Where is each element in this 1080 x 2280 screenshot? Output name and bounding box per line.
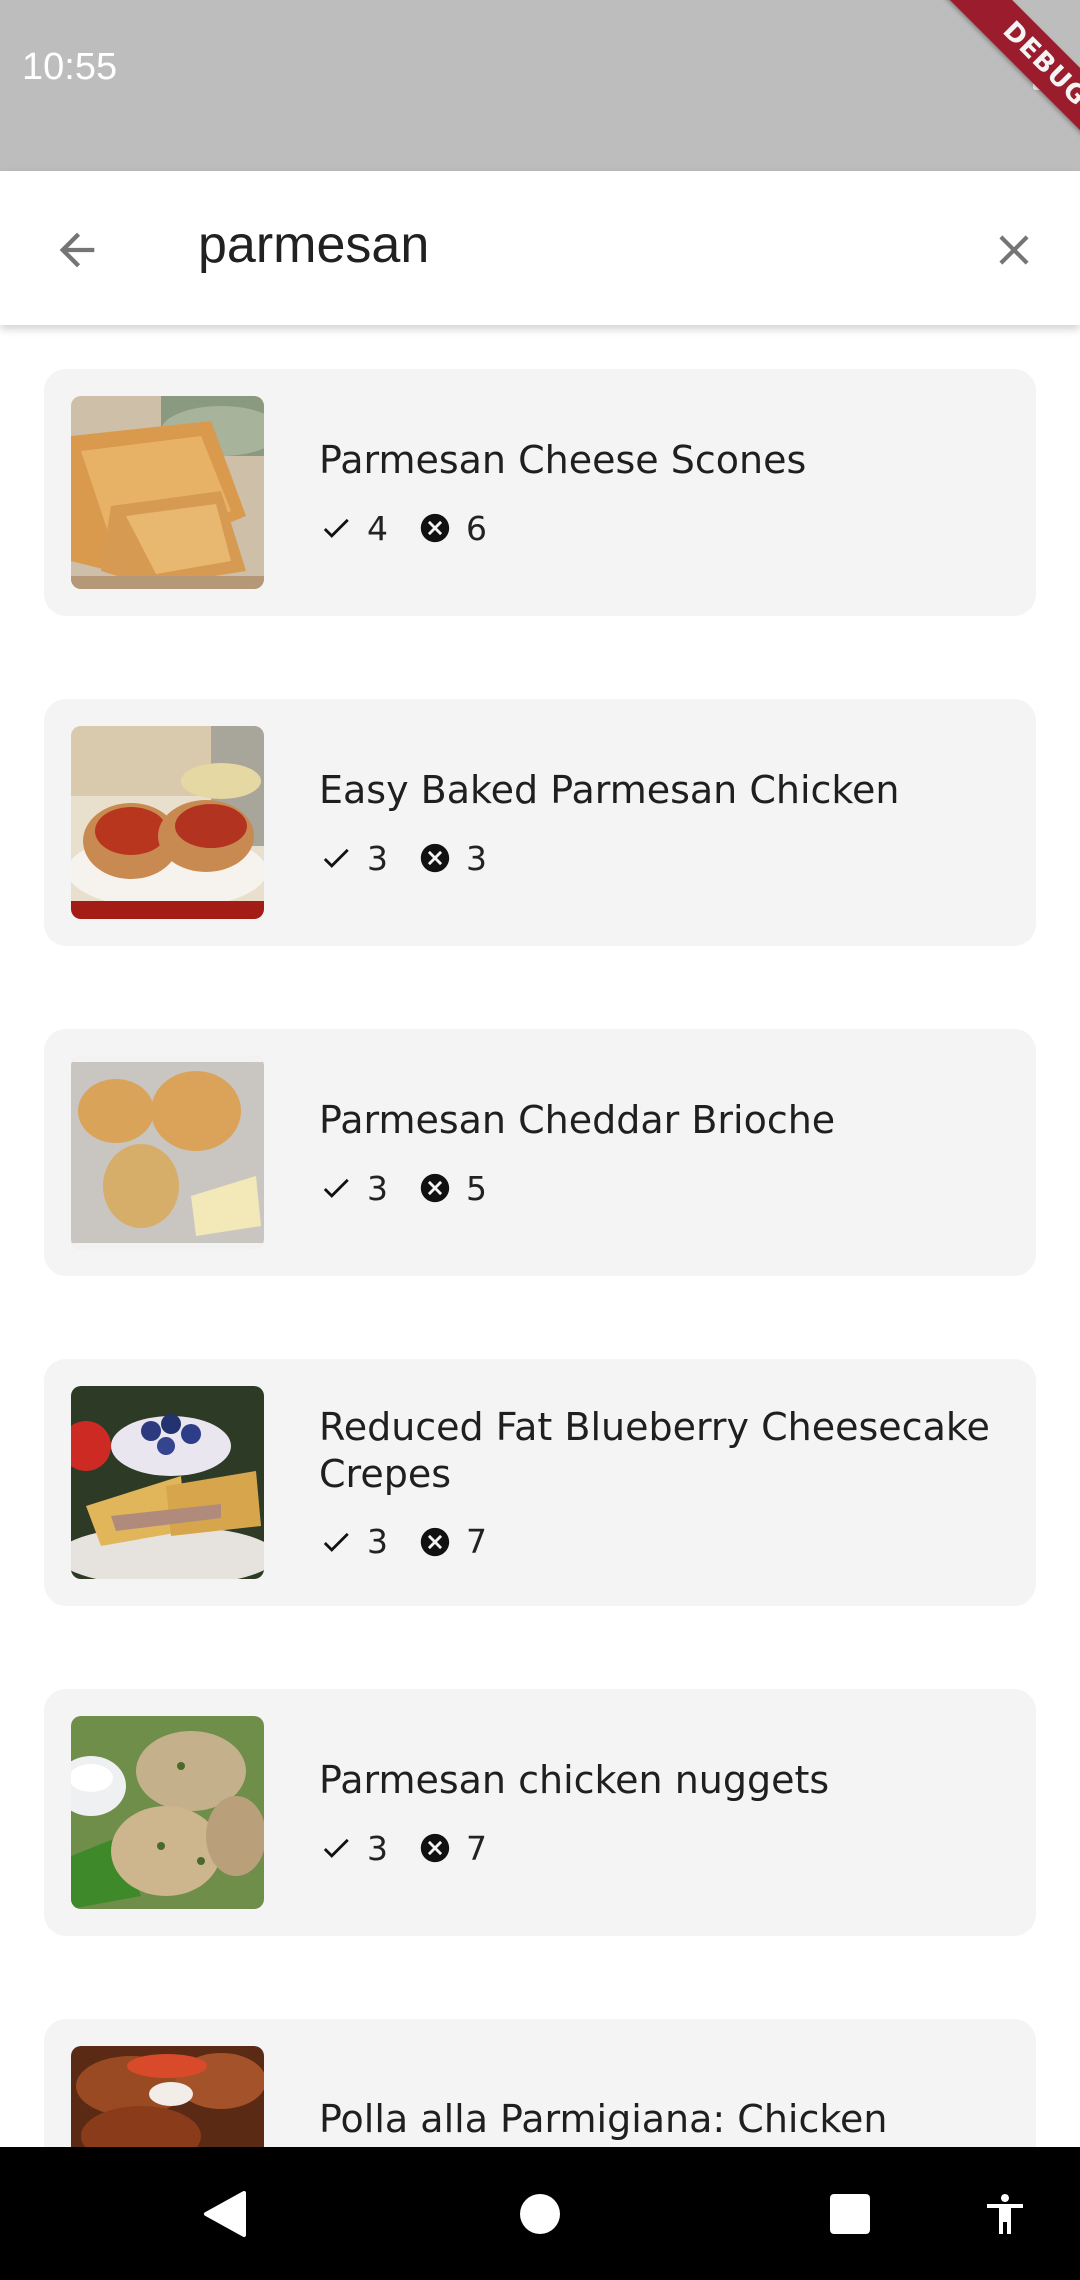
missing-count: 6 [466, 508, 487, 548]
missing-ingredients: 3 [418, 839, 487, 878]
nav-recents-button[interactable] [811, 2175, 889, 2253]
recipe-title: Reduced Fat Blueberry Cheesecake Crepes [319, 1404, 990, 1496]
recipe-info: Polla alla Parmigiana: Chicken Parmesan [319, 2019, 1009, 2148]
recipe-card[interactable]: Parmesan chicken nuggets 3 7 [44, 1689, 1036, 1936]
back-button[interactable] [38, 211, 116, 289]
missing-count: 5 [466, 1168, 487, 1208]
matched-ingredients: 3 [319, 1169, 388, 1208]
accessibility-button[interactable] [966, 2175, 1044, 2253]
clear-search-button[interactable] [975, 211, 1053, 289]
ingredient-stats: 3 7 [319, 1522, 1009, 1562]
recipe-title: Parmesan chicken nuggets [319, 1758, 830, 1802]
matched-ingredients: 3 [319, 1829, 388, 1868]
recipe-thumbnail [71, 1716, 264, 1909]
matched-count: 3 [367, 1522, 388, 1561]
recipe-thumbnail [71, 726, 264, 919]
square-recents-icon [830, 2194, 870, 2234]
recipe-info: Parmesan Cheddar Brioche 3 5 [319, 1029, 1009, 1276]
cancel-circle-icon [420, 1527, 450, 1556]
matched-ingredients: 3 [319, 1522, 388, 1561]
status-bar: 10:55 DEBUG [0, 0, 1080, 171]
recipe-card[interactable]: Parmesan Cheese Scones 4 6 [44, 369, 1036, 616]
check-icon [323, 1532, 349, 1552]
ingredient-stats: 3 5 [319, 1168, 1009, 1208]
nav-back-button[interactable] [186, 2175, 264, 2253]
cancel-circle-icon [420, 513, 450, 543]
check-icon [323, 518, 349, 538]
recipe-card[interactable]: Parmesan Cheddar Brioche 3 5 [44, 1029, 1036, 1276]
check-icon [323, 1838, 349, 1858]
check-icon [323, 848, 349, 868]
matched-ingredients: 3 [319, 839, 388, 878]
missing-ingredients: 7 [418, 1522, 487, 1561]
recipe-title: Parmesan Cheddar Brioche [319, 1098, 836, 1142]
recipe-thumbnail [71, 1056, 264, 1249]
recipe-thumbnail [71, 2046, 264, 2147]
matched-ingredients: 4 [319, 509, 388, 548]
accessibility-icon [987, 2194, 1023, 2234]
status-time: 10:55 [22, 46, 118, 88]
missing-count: 3 [466, 838, 487, 878]
close-icon [999, 235, 1029, 265]
missing-ingredients: 5 [418, 1169, 487, 1208]
nav-home-button[interactable] [501, 2175, 579, 2253]
recipe-info: Easy Baked Parmesan Chicken 3 3 [319, 699, 1009, 946]
cancel-circle-icon [420, 1173, 450, 1203]
ingredient-stats: 3 3 [319, 838, 1009, 878]
recipe-info: Reduced Fat Blueberry Cheesecake Crepes … [319, 1359, 1009, 1606]
circle-home-icon [520, 2194, 560, 2234]
system-navigation-bar [0, 2147, 1080, 2280]
search-app-bar: parmesan [0, 171, 1080, 325]
ingredient-stats: 3 7 [319, 1828, 1009, 1868]
recipe-card[interactable]: Polla alla Parmigiana: Chicken Parmesan [44, 2019, 1036, 2147]
recipe-card[interactable]: Easy Baked Parmesan Chicken 3 3 [44, 699, 1036, 946]
matched-count: 3 [367, 838, 388, 878]
missing-ingredients: 7 [418, 1829, 487, 1868]
cancel-circle-icon [420, 843, 450, 873]
ingredient-stats: 4 6 [319, 508, 1009, 548]
search-input[interactable]: parmesan [198, 215, 429, 275]
matched-count: 4 [367, 508, 388, 548]
recipe-results-list[interactable]: Parmesan Cheese Scones 4 6 Easy Baked Pa… [0, 325, 1080, 2147]
missing-ingredients: 6 [418, 509, 487, 548]
matched-count: 3 [367, 1828, 388, 1868]
recipe-title: Parmesan Cheese Scones [319, 438, 807, 482]
missing-count: 7 [466, 1828, 487, 1868]
recipe-info: Parmesan chicken nuggets 3 7 [319, 1689, 1009, 1936]
recipe-thumbnail [71, 1386, 264, 1579]
arrow-back-icon [59, 232, 95, 268]
triangle-back-icon [204, 2191, 246, 2237]
cancel-circle-icon [420, 1833, 450, 1863]
recipe-title: Polla alla Parmigiana: Chicken Parmesan [319, 2096, 888, 2148]
check-icon [323, 1178, 349, 1198]
recipe-card[interactable]: Reduced Fat Blueberry Cheesecake Crepes … [44, 1359, 1036, 1606]
missing-count: 7 [466, 1522, 487, 1561]
recipe-thumbnail [71, 396, 264, 589]
debug-banner: DEBUG [926, 0, 1080, 171]
matched-count: 3 [367, 1168, 388, 1208]
recipe-info: Parmesan Cheese Scones 4 6 [319, 369, 1009, 616]
recipe-title: Easy Baked Parmesan Chicken [319, 768, 900, 812]
